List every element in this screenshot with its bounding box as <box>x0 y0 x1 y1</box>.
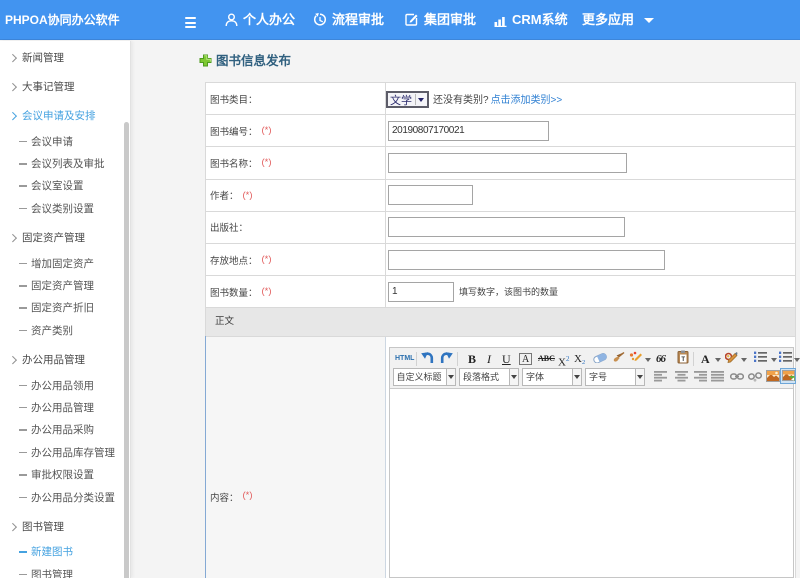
svg-text:T: T <box>681 357 685 363</box>
